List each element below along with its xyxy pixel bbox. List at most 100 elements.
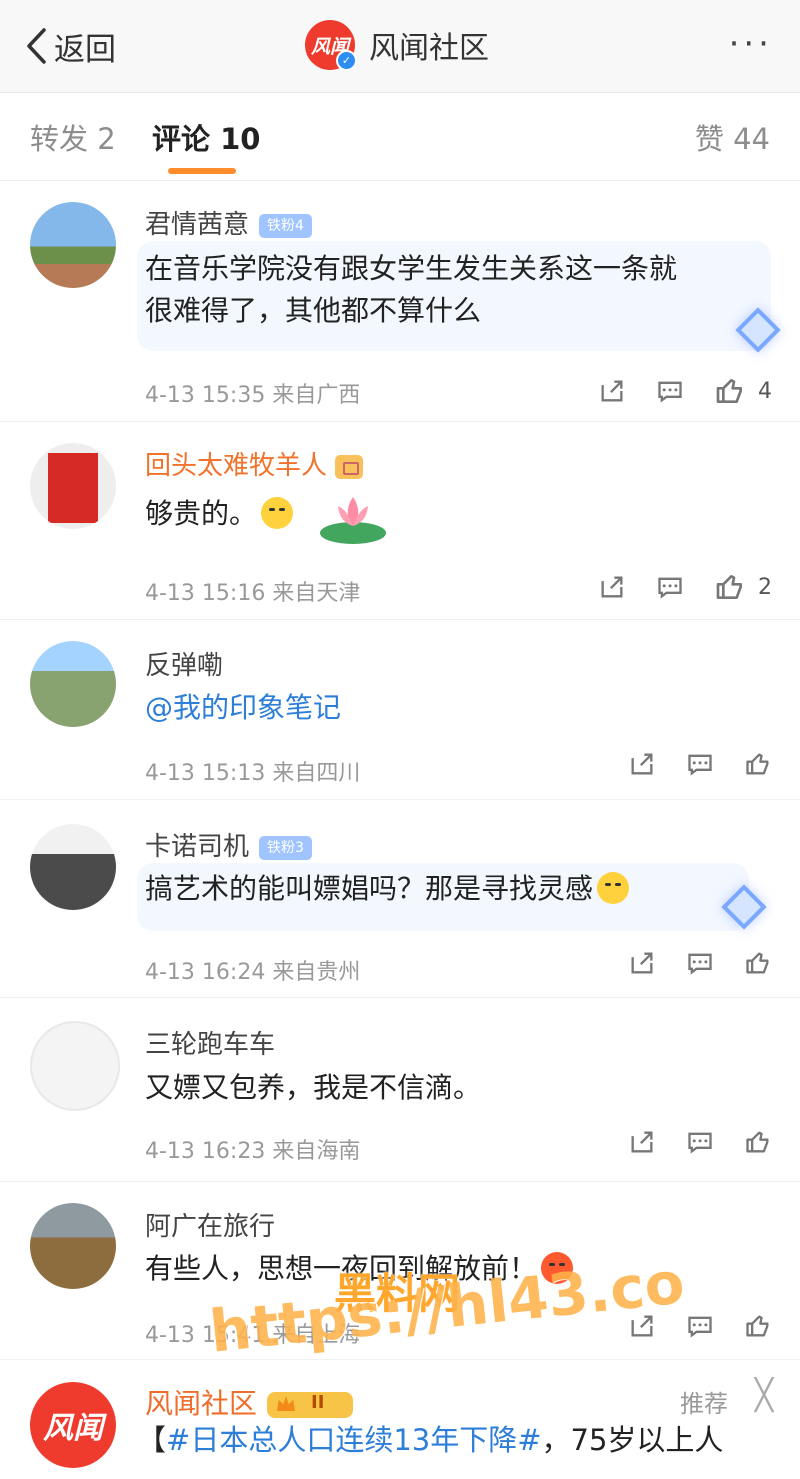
reply-button[interactable] [686, 1312, 714, 1340]
tab-comments[interactable]: 评论 10 [152, 116, 260, 158]
back-button[interactable]: 返回 [24, 24, 116, 68]
bracket-left: 【 [137, 1423, 167, 1457]
vip-level-text: II [311, 1392, 325, 1413]
share-button[interactable] [628, 1128, 656, 1156]
share-icon [601, 576, 623, 598]
crying-emoji-icon [597, 872, 630, 904]
username-text: 回头太难牧羊人 [145, 451, 328, 481]
comment-actions [628, 750, 772, 778]
recommended-account-name[interactable]: 风闻社区 II [145, 1382, 354, 1422]
like-button[interactable]: 4 [714, 375, 772, 407]
community-brand[interactable]: 风闻 ✓ 风闻社区 [305, 20, 489, 71]
comment-meta: 4-13 15:13 来自四川 [145, 761, 361, 786]
reply-button[interactable] [686, 750, 714, 778]
username-text: 君情茜意 [145, 210, 250, 240]
thumbs-up-icon [716, 379, 742, 403]
user-avatar[interactable] [30, 202, 116, 288]
share-icon [631, 753, 653, 775]
username-text: 反弹嘞 [145, 651, 224, 681]
comment-username[interactable]: 回头太难牧羊人 [145, 445, 364, 482]
like-button[interactable] [744, 1312, 772, 1340]
portrait-image [48, 453, 98, 523]
recommended-post-body: ，75岁以上人 [541, 1423, 724, 1457]
thumbs-up-icon [746, 952, 769, 974]
brand-logo: 风闻 ✓ [305, 20, 357, 71]
comment-icon [658, 381, 682, 403]
tab-reposts[interactable]: 转发 2 [30, 116, 116, 158]
laughing-emoji-icon [261, 497, 294, 529]
user-avatar[interactable] [30, 1203, 116, 1289]
comment-item: 卡诺司机 铁粉3 搞艺术的能叫嫖娼吗？那是寻找灵感 4-13 16:24 来自贵州 [0, 799, 800, 998]
user-avatar[interactable] [30, 1021, 120, 1111]
comment-icon [658, 577, 682, 599]
user-avatar[interactable] [30, 443, 116, 529]
back-label: 返回 [54, 31, 116, 68]
close-icon[interactable]: ╳ [755, 1378, 773, 1413]
like-button[interactable] [744, 1128, 772, 1156]
comment-actions: 2 [598, 571, 772, 603]
lotus-sticker-icon [320, 497, 386, 544]
reply-button[interactable] [686, 1128, 714, 1156]
comment-meta: 4-13 16:23 来自海南 [145, 1139, 361, 1164]
page-title: 风闻社区 [369, 31, 489, 66]
thumbs-up-icon [716, 575, 742, 599]
reply-button[interactable] [656, 377, 684, 405]
username-text: 卡诺司机 [145, 832, 250, 862]
like-button[interactable]: 2 [714, 571, 772, 603]
comment-meta: 4-13 16:24 来自贵州 [145, 960, 361, 985]
comment-username[interactable]: 阿广在旅行 [145, 1206, 275, 1243]
comment-text-line: 很难得了，其他都不算什么 [145, 294, 482, 327]
comment-username[interactable]: 三轮跑车车 [145, 1024, 275, 1061]
share-icon [631, 952, 653, 974]
comment-icon [688, 953, 712, 975]
comment-username[interactable]: 反弹嘞 [145, 645, 223, 682]
comment-item: 回头太难牧羊人 够贵的。 4-13 15:16 来自天津 2 [0, 421, 800, 620]
recommended-logo-text: 风闻 [43, 1411, 103, 1446]
fan-badge: 铁粉4 [259, 213, 312, 238]
comment-text: 在音乐学院没有跟女学生发生关系这一条就 很难得了，其他都不算什么 [145, 248, 677, 332]
share-icon [631, 1131, 653, 1153]
comment-text-value: 够贵的。 [145, 497, 258, 530]
user-avatar[interactable] [30, 641, 116, 727]
vip-level-badge: II [267, 1392, 354, 1418]
comment-username[interactable]: 君情茜意 铁粉4 [145, 204, 312, 241]
comment-text: 又嫖又包养，我是不信滴。 [145, 1071, 482, 1104]
fan-badge: 铁粉3 [259, 835, 312, 860]
share-button[interactable] [628, 949, 656, 977]
more-options-icon[interactable]: ··· [729, 27, 773, 61]
recommended-post-text[interactable]: 【#日本总人口连续13年下降#，75岁以上人 [137, 1420, 723, 1460]
share-button[interactable] [598, 377, 626, 405]
tab-likes[interactable]: 赞 44 [695, 116, 770, 158]
reply-button[interactable] [686, 949, 714, 977]
comment-actions: 4 [598, 375, 772, 407]
comment-username[interactable]: 卡诺司机 铁粉3 [145, 826, 312, 863]
chevron-left-icon [27, 28, 46, 64]
thumbs-up-icon [746, 753, 769, 775]
user-avatar[interactable] [30, 824, 116, 910]
share-button[interactable] [598, 573, 626, 601]
recommended-account-avatar[interactable]: 风闻 [30, 1382, 116, 1468]
comment-actions [628, 949, 772, 977]
comment-meta: 4-13 15:16 来自天津 [145, 581, 361, 606]
comment-text: @我的印象笔记 [145, 687, 341, 729]
comment-icon [688, 754, 712, 776]
mention-link[interactable]: @我的印象笔记 [145, 691, 341, 724]
comment-icon [688, 1132, 712, 1154]
reply-button[interactable] [656, 573, 684, 601]
like-button[interactable] [744, 750, 772, 778]
comment-item: 反弹嘞 @我的印象笔记 4-13 15:13 来自四川 [0, 619, 800, 800]
comment-text-line: 在音乐学院没有跟女学生发生关系这一条就 [145, 252, 678, 285]
like-button[interactable] [744, 949, 772, 977]
verified-icon: ✓ [336, 50, 357, 71]
comment-icon [688, 1316, 712, 1338]
like-count: 4 [758, 378, 772, 404]
username-text: 阿广在旅行 [145, 1212, 276, 1242]
recommended-label: 推荐 [680, 1390, 728, 1418]
comment-text: 搞艺术的能叫嫖娼吗？那是寻找灵感 [145, 868, 630, 910]
username-text: 三轮跑车车 [145, 1030, 276, 1060]
thumbs-up-icon [746, 1315, 769, 1337]
active-tab-indicator [168, 168, 236, 174]
share-button[interactable] [628, 750, 656, 778]
share-icon [601, 380, 623, 402]
hashtag-link[interactable]: #日本总人口连续13年下降# [166, 1423, 542, 1457]
